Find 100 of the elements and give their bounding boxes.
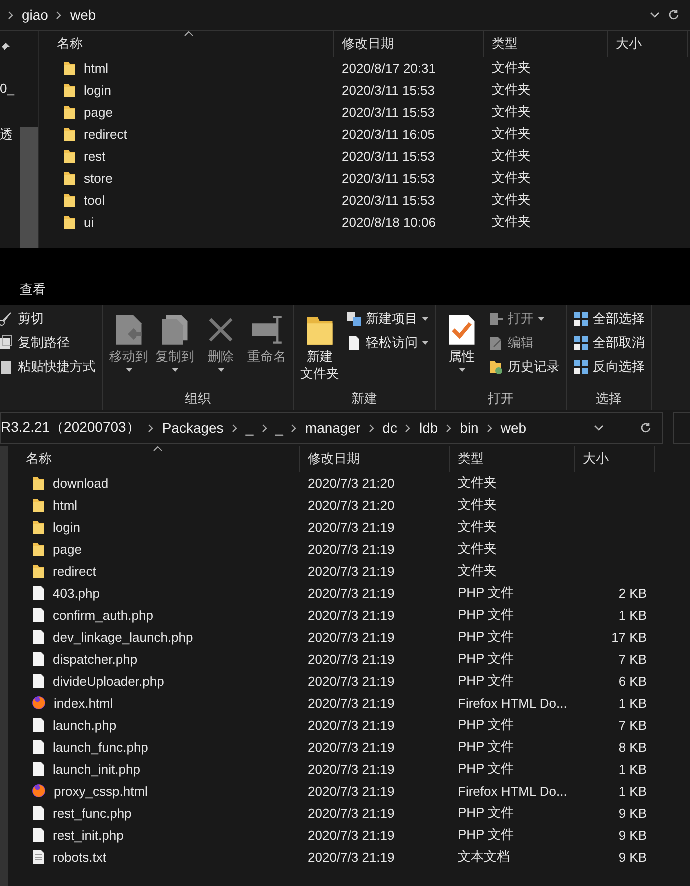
- file-name[interactable]: robots.txt: [53, 850, 106, 864]
- file-name[interactable]: launch.php: [53, 718, 117, 732]
- breadcrumb-item[interactable]: ldb: [419, 420, 438, 436]
- file-type: 文本文档: [457, 848, 511, 866]
- breadcrumb-item[interactable]: Packages: [162, 420, 224, 436]
- folder-icon: [63, 214, 76, 230]
- file-name[interactable]: proxy_cssp.html: [54, 784, 148, 798]
- file-name[interactable]: ui: [84, 214, 94, 230]
- modified-date: 2020/3/11 15:53: [341, 170, 436, 186]
- scrollbar[interactable]: [20, 127, 38, 248]
- document-icon: [32, 761, 45, 777]
- column-header[interactable]: 名称: [18, 446, 300, 472]
- ribbon-button[interactable]: 复制路径: [0, 333, 96, 353]
- file-name[interactable]: page: [53, 542, 82, 556]
- file-name[interactable]: html: [53, 498, 78, 512]
- file-name[interactable]: store: [84, 170, 113, 186]
- file-type: 文件夹: [491, 125, 532, 143]
- file-name[interactable]: launch_func.php: [53, 740, 148, 754]
- ribbon-tab[interactable]: 查看: [20, 281, 46, 305]
- file-name[interactable]: redirect: [53, 564, 96, 578]
- file-name[interactable]: rest_func.php: [53, 806, 132, 820]
- nav-item[interactable]: 0_: [0, 81, 14, 96]
- file-name[interactable]: tool: [84, 192, 105, 208]
- file-type: PHP 文件: [457, 826, 516, 844]
- column-header[interactable]: 类型: [450, 446, 575, 472]
- breadcrumb-item[interactable]: dc: [382, 420, 398, 436]
- ribbon-button[interactable]: 新建文件夹: [300, 309, 340, 390]
- breadcrumb-item[interactable]: _: [246, 420, 254, 436]
- dropdown-caret-icon: [538, 317, 545, 321]
- folder-icon: [63, 170, 76, 186]
- folder-icon: [32, 563, 45, 579]
- file-name[interactable]: redirect: [84, 126, 128, 142]
- modified-date: 2020/7/3 21:19: [307, 850, 396, 864]
- document-icon: [32, 805, 45, 821]
- chevron-right-icon: [232, 424, 238, 432]
- ribbon-button[interactable]: 全部选择: [573, 309, 645, 329]
- file-name[interactable]: rest_init.php: [53, 828, 124, 842]
- file-name[interactable]: index.html: [54, 696, 114, 710]
- text-document-icon: [32, 849, 45, 865]
- chevron-right-icon: [446, 424, 452, 432]
- file-name[interactable]: confirm_auth.php: [53, 608, 154, 622]
- file-name[interactable]: dispatcher.php: [53, 652, 138, 666]
- refresh-icon[interactable]: [640, 422, 652, 434]
- modified-date: 2020/7/3 21:19: [307, 762, 396, 776]
- modified-date: 2020/7/3 21:19: [307, 542, 396, 556]
- modified-date: 2020/7/3 21:19: [307, 608, 396, 622]
- file-name[interactable]: launch_init.php: [53, 762, 140, 776]
- breadcrumb-item[interactable]: _: [276, 420, 284, 436]
- breadcrumb-item[interactable]: web: [70, 7, 96, 23]
- modified-date: 2020/7/3 21:19: [307, 564, 396, 578]
- breadcrumb-item[interactable]: web: [500, 420, 527, 436]
- file-name[interactable]: page: [84, 104, 113, 120]
- folder-icon: [63, 60, 76, 76]
- column-header[interactable]: 修改日期: [334, 31, 484, 57]
- modified-date: 2020/7/3 21:20: [307, 476, 396, 490]
- copy-icon: [0, 335, 14, 351]
- ribbon-button[interactable]: 轻松访问: [346, 333, 429, 353]
- folder-icon: [32, 519, 45, 535]
- file-name[interactable]: login: [53, 520, 80, 534]
- file-name[interactable]: dev_linkage_launch.php: [53, 630, 194, 644]
- ribbon-button[interactable]: 属性: [442, 309, 482, 390]
- nav-item[interactable]: 透: [0, 126, 13, 144]
- file-name[interactable]: 403.php: [53, 586, 100, 600]
- modified-date: 2020/7/3 21:19: [307, 586, 396, 600]
- ribbon-button[interactable]: 新建项目: [346, 309, 429, 329]
- ribbon-button[interactable]: 剪切: [0, 309, 96, 329]
- breadcrumb-item[interactable]: manager: [305, 420, 361, 436]
- file-name[interactable]: html: [84, 60, 109, 76]
- scrollbar[interactable]: [0, 446, 8, 886]
- breadcrumb-item[interactable]: bin: [460, 420, 479, 436]
- column-header[interactable]: 大小: [575, 446, 655, 472]
- grid-icon: [573, 359, 589, 375]
- file-size: 8 KB: [618, 740, 648, 754]
- file-name[interactable]: download: [53, 476, 109, 490]
- ribbon-button[interactable]: 全部取消: [573, 333, 645, 353]
- dropdown-caret-icon: [172, 368, 178, 372]
- column-header[interactable]: 修改日期: [300, 446, 450, 472]
- breadcrumb-item[interactable]: giao: [22, 7, 48, 23]
- dropdown-caret-icon: [422, 341, 429, 345]
- column-header[interactable]: 大小: [608, 31, 688, 57]
- breadcrumb-item[interactable]: R3.2.21（20200703）: [1, 419, 140, 437]
- modified-date: 2020/8/17 20:31: [341, 60, 437, 76]
- ribbon-button[interactable]: 反向选择: [573, 357, 645, 377]
- search-field[interactable]: [673, 412, 690, 444]
- file-name[interactable]: divideUploader.php: [53, 674, 164, 688]
- file-type: PHP 文件: [457, 650, 516, 668]
- file-name[interactable]: login: [84, 82, 112, 98]
- file-name[interactable]: rest: [84, 148, 106, 164]
- dropdown-chevron-icon[interactable]: [594, 423, 604, 433]
- browser-logo-icon: [32, 784, 46, 798]
- refresh-icon[interactable]: [668, 9, 680, 21]
- column-header[interactable]: 类型: [484, 31, 608, 57]
- document-icon: [32, 673, 45, 689]
- ribbon-button[interactable]: 历史记录: [488, 357, 560, 377]
- file-size: 9 KB: [618, 850, 648, 864]
- dropdown-chevron-icon[interactable]: [650, 10, 660, 20]
- column-header[interactable]: 名称: [49, 31, 334, 57]
- modified-date: 2020/3/11 15:53: [341, 148, 436, 164]
- ribbon-button[interactable]: 粘贴快捷方式: [0, 357, 96, 377]
- file-type: PHP 文件: [457, 584, 516, 602]
